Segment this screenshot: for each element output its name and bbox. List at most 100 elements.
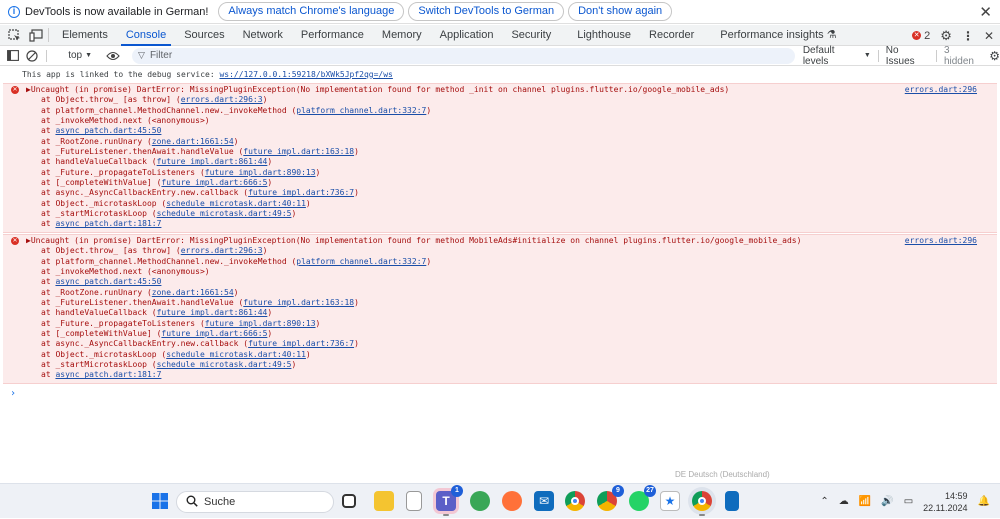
- stack-frame-text: at Object.throw_ [as throw] (: [41, 246, 181, 256]
- tab-elements[interactable]: Elements: [53, 25, 117, 46]
- android-studio-icon[interactable]: [470, 491, 490, 511]
- settings-gear-icon[interactable]: ⚙: [940, 28, 952, 44]
- context-selector[interactable]: top ▼: [68, 50, 92, 61]
- stack-frame-link[interactable]: future_impl.dart:666:5: [161, 178, 267, 187]
- chrome-active-icon[interactable]: [692, 491, 712, 516]
- file-explorer-icon[interactable]: [374, 491, 394, 511]
- notepad-icon[interactable]: [406, 491, 422, 511]
- wifi-icon[interactable]: 📶: [859, 496, 871, 507]
- teams-badge: 1: [451, 485, 463, 497]
- stack-frame-link[interactable]: future_impl.dart:666:5: [161, 329, 267, 338]
- close-devtools-icon[interactable]: ✕: [984, 29, 994, 43]
- stack-frame-link[interactable]: schedule_microtask.dart:49:5: [157, 360, 292, 369]
- stack-frame-text: at _Future._propagateToListeners (: [41, 167, 205, 177]
- context-selector-value: top: [68, 50, 83, 61]
- tab-application[interactable]: Application: [431, 25, 503, 46]
- stack-frame-link[interactable]: future_impl.dart:890:13: [205, 168, 316, 177]
- stack-frame-text: at: [41, 277, 56, 287]
- tab-performance-insights[interactable]: Performance insights ⚗: [711, 25, 845, 46]
- stack-frame-link[interactable]: future_impl.dart:163:18: [243, 147, 354, 156]
- stack-frame-link[interactable]: async_patch.dart:181:7: [55, 370, 161, 379]
- tab-recorder[interactable]: Recorder: [640, 25, 703, 46]
- issues-counter[interactable]: No Issues: [886, 45, 929, 67]
- stack-frame: at handleValueCallback (future_impl.dart…: [3, 157, 997, 167]
- stack-frame-link[interactable]: zone.dart:1661:54: [152, 137, 234, 146]
- stack-frame: at platform_channel.MethodChannel.new._i…: [3, 106, 997, 116]
- tab-memory[interactable]: Memory: [373, 25, 431, 46]
- taskbar-search[interactable]: Suche: [176, 491, 334, 513]
- stack-frame-link[interactable]: future_impl.dart:163:18: [243, 298, 354, 307]
- stack-frame-link[interactable]: schedule_microtask.dart:40:11: [166, 350, 306, 359]
- cloud-icon[interactable]: ☁: [839, 496, 849, 507]
- stack-frame-link[interactable]: async_patch.dart:181:7: [55, 219, 161, 228]
- chrome-profile-badge: 9: [612, 485, 624, 497]
- close-infobar-icon[interactable]: ✕: [979, 3, 992, 21]
- error-source-link[interactable]: errors.dart:296: [905, 236, 977, 246]
- dont-show-again-button[interactable]: Don't show again: [568, 2, 673, 21]
- app-store-icon[interactable]: ★: [660, 491, 680, 511]
- log-levels-dropdown[interactable]: Default levels ▼: [803, 45, 871, 67]
- tab-security[interactable]: Security: [502, 25, 560, 46]
- sidebar-toggle-icon[interactable]: [6, 49, 20, 63]
- error-headline[interactable]: ▶Uncaught (in promise) DartError: Missin…: [3, 236, 997, 246]
- stack-frame-link[interactable]: future_impl.dart:861:44: [157, 157, 268, 166]
- clock[interactable]: 14:59 22.11.2024: [923, 490, 967, 514]
- tab-console[interactable]: Console: [117, 25, 175, 46]
- chevron-down-icon: ▼: [85, 52, 93, 59]
- stack-frame-link[interactable]: platform_channel.dart:332:7: [296, 257, 426, 266]
- inspect-element-icon[interactable]: [6, 27, 22, 43]
- stack-frame: at Object.throw_ [as throw] (errors.dart…: [3, 246, 997, 256]
- live-expression-eye-icon[interactable]: [106, 49, 120, 63]
- stack-frame-link[interactable]: future_impl.dart:861:44: [157, 308, 268, 317]
- filter-funnel-icon: ▽: [138, 50, 145, 60]
- whatsapp-icon[interactable]: 27: [629, 485, 656, 511]
- console-prompt[interactable]: ›: [0, 388, 1000, 399]
- clear-console-icon[interactable]: [26, 49, 40, 63]
- more-options-icon[interactable]: ⋮: [962, 29, 974, 43]
- windows-start-icon[interactable]: [150, 491, 170, 511]
- stack-frame: at [_completeWithValue] (future_impl.dar…: [3, 329, 997, 339]
- task-view-icon[interactable]: [342, 494, 356, 508]
- calculator-icon[interactable]: [725, 491, 739, 511]
- tab-sources[interactable]: Sources: [175, 25, 233, 46]
- device-toolbar-icon[interactable]: [28, 27, 44, 43]
- firefox-icon[interactable]: [502, 491, 522, 511]
- stack-frame-link[interactable]: platform_channel.dart:332:7: [296, 106, 426, 115]
- tab-lighthouse[interactable]: Lighthouse: [568, 25, 640, 46]
- stack-frame-link[interactable]: async_patch.dart:45:50: [55, 277, 161, 286]
- stack-frame-text: at _FutureListener.thenAwait.handleValue…: [41, 297, 244, 307]
- stack-frame-link[interactable]: schedule_microtask.dart:49:5: [157, 209, 292, 218]
- error-headline[interactable]: ▶Uncaught (in promise) DartError: Missin…: [3, 85, 997, 95]
- debug-service-link[interactable]: ws://127.0.0.1:59218/bXWk5Jpf2qg=/ws: [219, 70, 392, 79]
- stack-frame: at async._AsyncCallbackEntry.new.callbac…: [3, 188, 997, 198]
- chrome-profile-icon[interactable]: 9: [597, 485, 624, 511]
- speaker-icon[interactable]: 🔊: [881, 496, 893, 507]
- error-source-link[interactable]: errors.dart:296: [905, 85, 977, 95]
- stack-frame-text: at _Future._propagateToListeners (: [41, 318, 205, 328]
- teams-icon[interactable]: T1: [436, 485, 463, 516]
- stack-frame-link[interactable]: zone.dart:1661:54: [152, 288, 234, 297]
- chevron-up-icon[interactable]: ⌃: [820, 496, 828, 507]
- stack-frame-link[interactable]: future_impl.dart:736:7: [248, 188, 354, 197]
- stack-frame: at Object._microtaskLoop (schedule_micro…: [3, 199, 997, 209]
- stack-frame-link[interactable]: future_impl.dart:736:7: [248, 339, 354, 348]
- console-settings-gear-icon[interactable]: ⚙: [989, 49, 1000, 63]
- stack-frame-link[interactable]: schedule_microtask.dart:40:11: [166, 199, 306, 208]
- battery-icon[interactable]: ▭: [904, 496, 913, 507]
- switch-to-german-button[interactable]: Switch DevTools to German: [408, 2, 565, 21]
- stack-frame-text: at Object._microtaskLoop (: [41, 198, 167, 208]
- stack-frame-link[interactable]: errors.dart:296:3: [181, 246, 263, 255]
- stack-frame-link[interactable]: future_impl.dart:890:13: [205, 319, 316, 328]
- info-icon: i: [8, 5, 20, 18]
- stack-frame-suffix: ): [305, 349, 311, 359]
- stack-frame-link[interactable]: errors.dart:296:3: [181, 95, 263, 104]
- mail-icon[interactable]: ✉: [534, 491, 554, 511]
- stack-frame-link[interactable]: async_patch.dart:45:50: [55, 126, 161, 135]
- chrome-icon[interactable]: [565, 491, 585, 511]
- notification-bell-icon[interactable]: 🔔: [978, 496, 990, 507]
- tab-network[interactable]: Network: [234, 25, 292, 46]
- filter-input[interactable]: ▽ Filter: [132, 47, 795, 64]
- error-counter[interactable]: ✕ 2: [912, 30, 930, 42]
- match-language-button[interactable]: Always match Chrome's language: [218, 2, 405, 21]
- tab-performance[interactable]: Performance: [292, 25, 373, 46]
